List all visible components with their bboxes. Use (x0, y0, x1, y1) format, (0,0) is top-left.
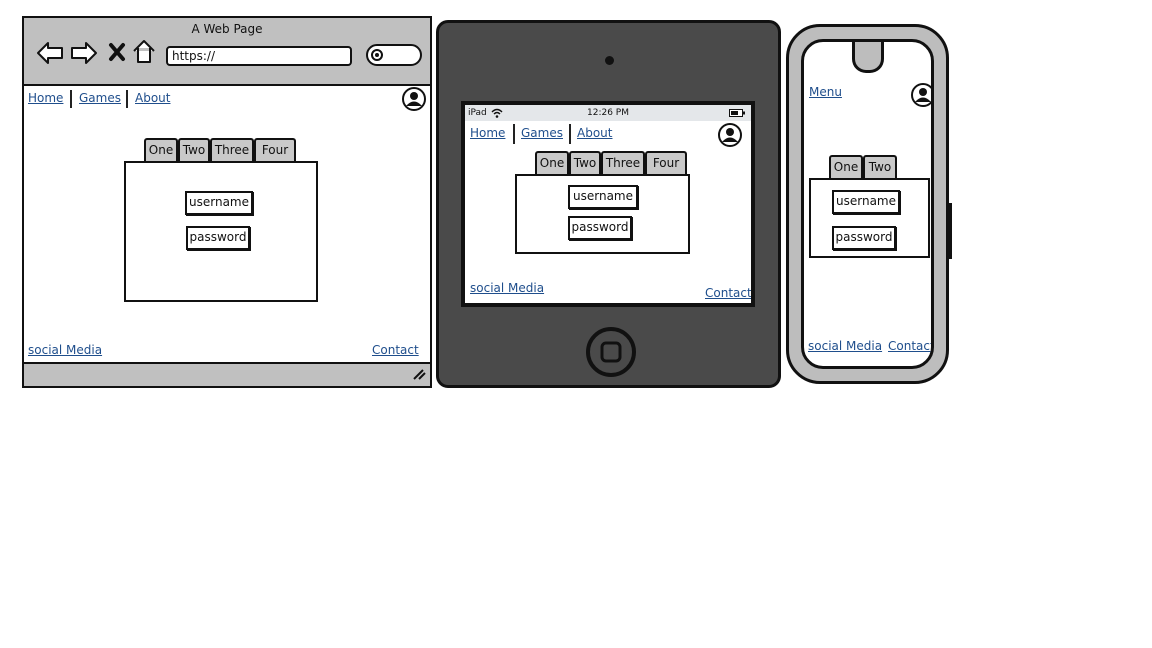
tablet-frame: iPad 12:26 PM Home Games About One Two T… (436, 20, 781, 388)
phone-frame: Menu One Two username password social Me… (786, 24, 952, 384)
camera-dot (605, 56, 614, 65)
username-field[interactable]: username (832, 190, 900, 214)
tab-one[interactable]: One (535, 151, 569, 175)
tab-four[interactable]: Four (254, 138, 296, 162)
contact-link[interactable]: Contact (705, 286, 751, 300)
status-time: 12:26 PM (587, 108, 629, 118)
nav-games-link[interactable]: Games (79, 91, 121, 105)
nav-about-link[interactable]: About (135, 91, 170, 105)
browser-toolbar: A Web Page https:// (24, 18, 430, 86)
social-media-link[interactable]: social Media (808, 339, 882, 353)
tab-four[interactable]: Four (645, 151, 687, 175)
nav-games-link[interactable]: Games (521, 126, 563, 140)
social-media-link[interactable]: social Media (28, 343, 102, 357)
url-input[interactable]: https:// (166, 46, 352, 66)
contact-link[interactable]: Contact (372, 343, 419, 357)
tab-two[interactable]: Two (863, 155, 897, 179)
username-field[interactable]: username (568, 185, 638, 209)
username-field[interactable]: username (185, 191, 253, 215)
nav-divider (70, 90, 72, 108)
avatar-icon[interactable] (402, 87, 426, 111)
search-field[interactable] (366, 44, 422, 66)
password-field[interactable]: password (568, 216, 632, 240)
home-icon[interactable] (132, 38, 156, 64)
browser-statusbar (24, 362, 430, 386)
nav-about-link[interactable]: About (577, 126, 612, 140)
phone-screen: Menu One Two username password social Me… (801, 39, 934, 369)
tab-two[interactable]: Two (569, 151, 601, 175)
nav-divider (569, 124, 571, 144)
search-icon (371, 49, 383, 61)
browser-window: A Web Page https:// Home Games About One… (22, 16, 432, 388)
back-arrow-icon[interactable] (36, 40, 64, 66)
nav-divider (513, 124, 515, 144)
tab-two[interactable]: Two (178, 138, 210, 162)
contact-link[interactable]: Contact (888, 339, 931, 353)
close-icon[interactable] (108, 42, 126, 62)
avatar-icon[interactable] (911, 83, 934, 107)
resize-grip-icon[interactable] (412, 368, 426, 380)
home-button-icon[interactable] (585, 326, 637, 378)
nav-home-link[interactable]: Home (28, 91, 63, 105)
battery-icon (729, 109, 745, 117)
phone-notch (852, 42, 884, 73)
menu-link[interactable]: Menu (809, 85, 842, 99)
tab-one[interactable]: One (144, 138, 178, 162)
window-title: A Web Page (191, 22, 263, 36)
social-media-link[interactable]: social Media (470, 281, 544, 295)
password-field[interactable]: password (186, 226, 250, 250)
password-field[interactable]: password (832, 226, 896, 250)
ios-statusbar: iPad 12:26 PM (465, 105, 751, 121)
side-button (948, 203, 952, 259)
nav-home-link[interactable]: Home (470, 126, 505, 140)
forward-arrow-icon[interactable] (70, 40, 98, 66)
nav-divider (126, 90, 128, 108)
tablet-screen: iPad 12:26 PM Home Games About One Two T… (461, 101, 755, 307)
tab-three[interactable]: Three (210, 138, 254, 162)
tab-three[interactable]: Three (601, 151, 645, 175)
tab-one[interactable]: One (829, 155, 863, 179)
avatar-icon[interactable] (718, 123, 742, 147)
